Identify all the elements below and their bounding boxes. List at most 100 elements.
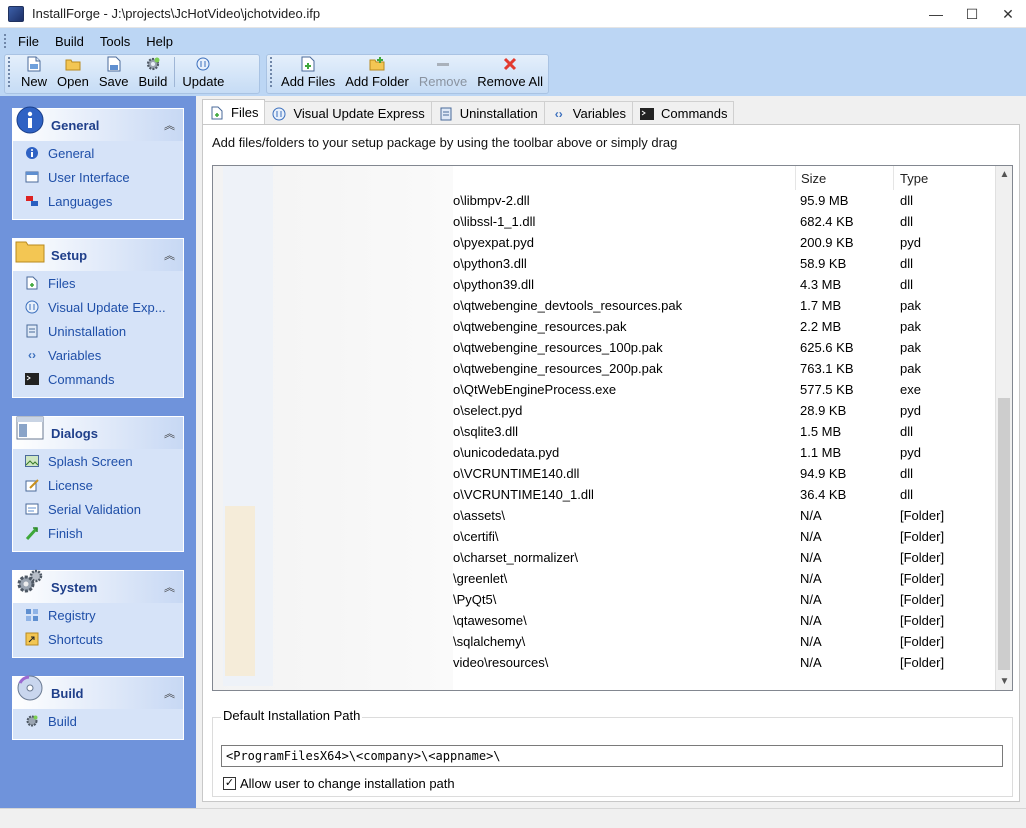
tab-variables[interactable]: ‹› Variables: [543, 101, 634, 125]
file-type-cell: pyd: [900, 235, 921, 250]
sidebar-item-shortcuts[interactable]: Shortcuts: [13, 627, 183, 651]
collapse-chevron-icon[interactable]: ︽: [164, 117, 175, 133]
close-button[interactable]: ✕: [990, 0, 1026, 28]
vertical-scrollbar[interactable]: ▲ ▼: [995, 166, 1012, 690]
menu-build[interactable]: Build: [47, 34, 92, 49]
sidebar-item-serial-validation[interactable]: Serial Validation: [13, 497, 183, 521]
gears-icon: [15, 567, 45, 597]
file-path-cell: o\VCRUNTIME140.dll: [453, 466, 580, 481]
open-folder-icon: [65, 56, 81, 72]
collapse-chevron-icon[interactable]: ︽: [164, 247, 175, 263]
panel-header-build[interactable]: Build ︽: [13, 675, 183, 709]
console-icon: [24, 371, 40, 387]
column-header-size[interactable]: Size: [796, 166, 894, 190]
sidebar-item-license[interactable]: License: [13, 473, 183, 497]
file-type-cell: [Folder]: [900, 508, 945, 523]
sidebar-item-splash-screen[interactable]: Splash Screen: [13, 449, 183, 473]
license-pen-icon: [24, 477, 40, 493]
file-size-cell: N/A: [800, 508, 822, 523]
update-button[interactable]: Update: [177, 53, 229, 89]
main-area: Files Visual Update Express Uninstallati…: [196, 96, 1026, 808]
toolbar-grip[interactable]: [270, 57, 274, 87]
app-icon: [8, 5, 24, 22]
file-size-cell: 200.9 KB: [800, 235, 854, 250]
sidebar-item-user-interface[interactable]: User Interface: [13, 165, 183, 189]
add-files-button[interactable]: Add Files: [276, 53, 340, 89]
console-icon: [639, 106, 655, 122]
new-button[interactable]: New: [16, 53, 52, 89]
sidebar-item-visual-update-express[interactable]: Visual Update Exp...: [13, 295, 183, 319]
maximize-button[interactable]: ☐: [954, 0, 990, 28]
file-type-cell: exe: [900, 382, 921, 397]
panel-header-general[interactable]: General ︽: [13, 106, 183, 141]
file-path-cell: \greenlet\: [453, 571, 508, 586]
minimize-button[interactable]: —: [918, 0, 954, 28]
sidebar-item-registry[interactable]: Registry: [13, 603, 183, 627]
add-file-icon: [209, 105, 225, 121]
menu-file[interactable]: File: [10, 34, 47, 49]
column-header-type[interactable]: Type: [894, 166, 995, 190]
remove-button[interactable]: Remove: [414, 53, 472, 89]
file-path-cell: o\pyexpat.pyd: [453, 235, 534, 250]
scrollbar-thumb[interactable]: [998, 398, 1010, 670]
build-button[interactable]: Build: [133, 53, 172, 89]
menubar: File Build Tools Help: [8, 28, 181, 54]
window-controls: — ☐ ✕: [918, 0, 1026, 28]
panel-header-setup[interactable]: Setup ︽: [13, 239, 183, 271]
scroll-down-arrow-icon[interactable]: ▼: [996, 673, 1012, 690]
files-tab-content: Add files/folders to your setup package …: [202, 124, 1020, 802]
file-path-cell: \PyQt5\: [453, 592, 497, 607]
collapse-chevron-icon[interactable]: ︽: [164, 685, 175, 701]
sidebar-item-variables[interactable]: ‹› Variables: [13, 343, 183, 367]
file-size-cell: 94.9 KB: [800, 466, 847, 481]
add-folder-button[interactable]: Add Folder: [340, 53, 414, 89]
install-path-group: Default Installation Path <ProgramFilesX…: [212, 708, 1013, 797]
dialog-window-icon: [15, 413, 45, 443]
file-size-cell: 1.5 MB: [800, 424, 842, 439]
sidebar-item-finish[interactable]: Finish: [13, 521, 183, 545]
scroll-up-arrow-icon[interactable]: ▲: [996, 166, 1012, 183]
file-path-cell: o\charset_normalizer\: [453, 550, 578, 565]
checkbox-box[interactable]: ✓: [223, 777, 236, 790]
remove-all-button[interactable]: Remove All: [472, 53, 548, 89]
sidebar-item-build[interactable]: Build: [13, 709, 183, 733]
tab-commands[interactable]: Commands: [632, 101, 735, 125]
file-path-cell: o\unicodedata.pyd: [453, 445, 560, 460]
collapse-chevron-icon[interactable]: ︽: [164, 579, 175, 595]
sidebar-item-uninstallation[interactable]: Uninstallation: [13, 319, 183, 343]
redacted-region: [213, 166, 453, 690]
file-path-cell: o\VCRUNTIME140_1.dll: [453, 487, 594, 502]
files-toolbar: Add Files Add Folder Remove Remove All: [266, 54, 549, 94]
file-type-cell: dll: [900, 193, 914, 208]
menu-help[interactable]: Help: [138, 34, 181, 49]
install-path-input[interactable]: <ProgramFilesX64>\<company>\<appname>\: [221, 745, 1003, 767]
file-size-cell: N/A: [800, 634, 822, 649]
toolbar-grip[interactable]: [8, 57, 14, 87]
menu-tools[interactable]: Tools: [92, 34, 138, 49]
save-button[interactable]: Save: [94, 53, 134, 89]
file-path-cell: video\resources\: [453, 655, 549, 670]
file-size-cell: 95.9 MB: [800, 193, 849, 208]
file-type-cell: [Folder]: [900, 613, 945, 628]
file-size-cell: N/A: [800, 529, 822, 544]
file-type-cell: [Folder]: [900, 655, 945, 670]
tab-uninstallation[interactable]: Uninstallation: [430, 101, 545, 125]
open-button[interactable]: Open: [52, 53, 94, 89]
panel-dialogs: Dialogs ︽ Splash Screen License Serial V…: [12, 416, 184, 552]
file-type-cell: [Folder]: [900, 571, 945, 586]
file-list[interactable]: Size Type o\libmpv-2.dll 95.9 MB dll o\libs…: [212, 165, 1013, 691]
add-folder-icon: [369, 56, 385, 72]
file-type-cell: dll: [900, 214, 914, 229]
panel-header-dialogs[interactable]: Dialogs ︽: [13, 416, 183, 449]
file-path-cell: o\QtWebEngineProcess.exe: [453, 382, 617, 397]
panel-header-system[interactable]: System ︽: [13, 569, 183, 603]
sidebar-item-commands[interactable]: Commands: [13, 367, 183, 391]
sidebar-item-general[interactable]: General: [13, 141, 183, 165]
collapse-chevron-icon[interactable]: ︽: [164, 425, 175, 441]
tab-files[interactable]: Files: [202, 99, 266, 125]
file-path-cell: o\libmpv-2.dll: [453, 193, 530, 208]
sidebar-item-files[interactable]: Files: [13, 271, 183, 295]
tab-visual-update-express[interactable]: Visual Update Express: [264, 101, 432, 125]
allow-change-path-checkbox[interactable]: ✓ Allow user to change installation path: [223, 776, 455, 791]
sidebar-item-languages[interactable]: Languages: [13, 189, 183, 213]
